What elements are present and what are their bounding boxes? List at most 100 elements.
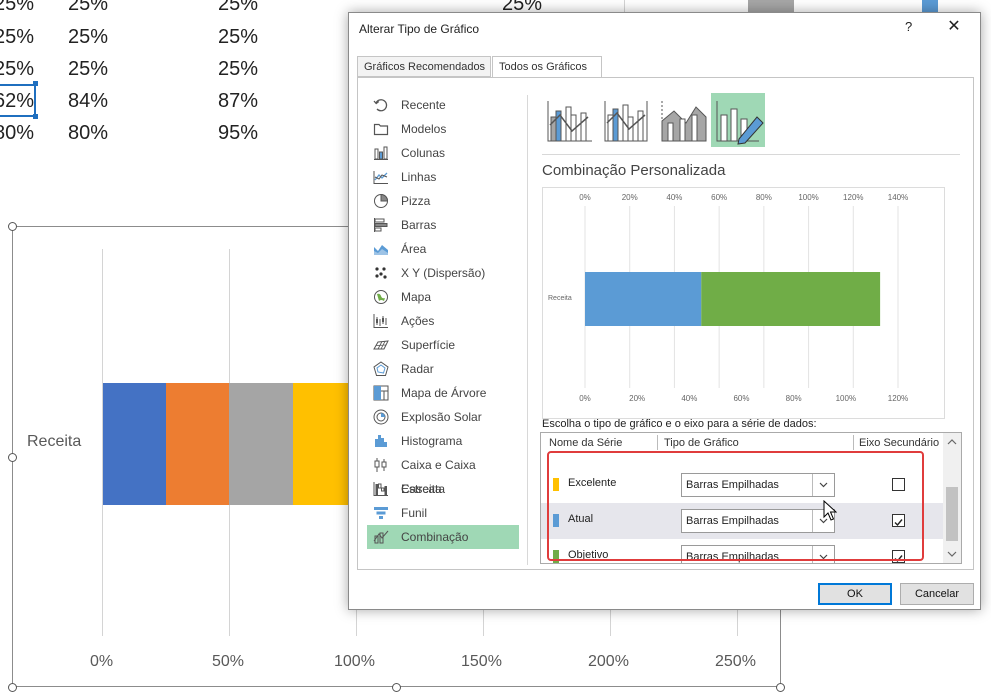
divider <box>542 154 960 155</box>
scatter-chart-icon <box>375 267 387 279</box>
chart-type-label: Pizza <box>401 194 431 208</box>
chart-type-surface[interactable]: Superfície <box>367 333 519 357</box>
cell[interactable]: 95% <box>218 122 258 145</box>
column-chart-icon <box>374 146 388 160</box>
cell[interactable]: 25% <box>218 0 258 16</box>
bar-segment <box>166 383 229 505</box>
chart-type-recent[interactable]: Recente <box>367 93 519 117</box>
combo-subtype-clustered-line-secondary[interactable] <box>599 93 653 147</box>
combo-subtype-clustered-line[interactable] <box>542 93 596 147</box>
chart-type-label: Superfície <box>401 338 456 352</box>
bottom-tick-label: 60% <box>733 394 749 403</box>
combo-area-column-icon <box>661 101 707 142</box>
chart-type-bars[interactable]: Barras <box>367 213 519 237</box>
column-divider <box>853 435 854 450</box>
chart-resize-handle[interactable] <box>8 453 17 462</box>
scrollbar-thumb[interactable] <box>946 487 958 541</box>
bar-chart-icon <box>374 218 388 232</box>
line-chart-icon <box>373 171 388 184</box>
combo-subtype-custom[interactable] <box>711 93 765 147</box>
cell[interactable]: 80% <box>0 122 34 145</box>
chart-type-waterfall[interactable]: Cascata <box>367 477 519 501</box>
chart-type-label: Modelos <box>401 122 447 136</box>
tab-recommended[interactable]: Gráficos Recomendados <box>357 56 491 77</box>
top-tick-label: 140% <box>888 193 908 202</box>
bottom-tick-label: 80% <box>786 394 802 403</box>
chart-type-box-whisker[interactable]: Caixa e Caixa Estreita <box>367 453 519 496</box>
cell[interactable]: 25% <box>0 26 34 49</box>
cell[interactable]: 25% <box>218 58 258 81</box>
cell[interactable]: 25% <box>0 58 34 81</box>
chart-type-columns[interactable]: Colunas <box>367 141 519 165</box>
chart-type-scatter[interactable]: X Y (Dispersão) <box>367 261 519 285</box>
series-scrollbar[interactable] <box>943 433 961 563</box>
top-tick-label: 120% <box>843 193 863 202</box>
chart-type-label: X Y (Dispersão) <box>401 266 486 280</box>
column-divider <box>657 435 658 450</box>
chart-type-pie[interactable]: Pizza <box>367 189 519 213</box>
chart-type-lines[interactable]: Linhas <box>367 165 519 189</box>
chart-resize-handle[interactable] <box>776 683 785 692</box>
area-chart-icon <box>374 245 388 255</box>
chart-type-histogram[interactable]: Histograma <box>367 429 519 453</box>
top-tick-label: 80% <box>756 193 772 202</box>
bottom-tick-label: 40% <box>681 394 697 403</box>
chart-type-label: Colunas <box>401 146 446 160</box>
chart-type-label: Mapa de Árvore <box>401 386 487 400</box>
cell-bar <box>922 0 938 12</box>
tick-label: 100% <box>334 653 375 670</box>
funnel-chart-icon <box>374 507 388 519</box>
fill-handle[interactable] <box>33 81 38 86</box>
top-tick-label: 100% <box>798 193 818 202</box>
tab-all-charts[interactable]: Todos os Gráficos <box>492 56 602 78</box>
bottom-tick-label: 120% <box>888 394 908 403</box>
cell[interactable]: 25% <box>218 26 258 49</box>
bottom-tick-label: 20% <box>629 394 645 403</box>
cell[interactable]: 62% <box>0 90 34 113</box>
bar-segment <box>103 383 166 505</box>
bar-segment <box>293 383 353 505</box>
chart-type-stock[interactable]: Ações <box>367 309 519 333</box>
cell[interactable]: 84% <box>68 90 108 113</box>
chart-type-label: Ações <box>401 314 435 328</box>
cell[interactable]: 80% <box>68 122 108 145</box>
combo-custom-pencil-icon <box>716 101 764 145</box>
chart-type-sunburst[interactable]: Explosão Solar <box>367 405 519 429</box>
help-button[interactable]: ? <box>905 19 912 34</box>
chart-type-label: Recente <box>401 98 446 112</box>
chart-type-label: Combinação <box>401 530 469 544</box>
chevron-up-icon[interactable] <box>943 435 961 449</box>
chart-type-templates[interactable]: Modelos <box>367 117 519 141</box>
column-header-secondary: Eixo Secundário <box>859 437 940 449</box>
cell[interactable]: 25% <box>68 26 108 49</box>
ok-button[interactable]: OK <box>818 583 892 605</box>
top-tick-label: 20% <box>622 193 638 202</box>
surface-chart-icon <box>373 340 389 350</box>
chevron-down-icon[interactable] <box>943 547 961 561</box>
cancel-button[interactable]: Cancelar <box>900 583 974 605</box>
chart-type-radar[interactable]: Radar <box>367 357 519 381</box>
cell[interactable]: 25% <box>68 0 108 16</box>
chart-resize-handle[interactable] <box>8 683 17 692</box>
fill-handle[interactable] <box>33 114 38 119</box>
chart-type-combo[interactable]: Combinação <box>367 525 519 549</box>
cell[interactable]: 25% <box>0 0 34 16</box>
close-icon[interactable]: ✕ <box>943 16 965 38</box>
column-header-type: Tipo de Gráfico <box>664 437 739 449</box>
cell[interactable]: 87% <box>218 90 258 113</box>
highlight-box <box>547 451 924 561</box>
combo-subtype-stacked-area[interactable] <box>656 93 710 147</box>
chart-resize-handle[interactable] <box>392 683 401 692</box>
pie-chart-icon <box>374 193 389 208</box>
recent-icon <box>373 99 388 112</box>
chart-type-treemap[interactable]: Mapa de Árvore <box>367 381 519 405</box>
chart-resize-handle[interactable] <box>8 222 17 231</box>
chart-type-funnel[interactable]: Funil <box>367 501 519 525</box>
combo-chart-icon <box>373 530 389 544</box>
combo-secondary-axis-icon <box>604 101 648 142</box>
chart-type-map[interactable]: Mapa <box>367 285 519 309</box>
combo-title: Combinação Personalizada <box>542 162 726 179</box>
combo-clustered-line-icon <box>547 101 592 142</box>
cell[interactable]: 25% <box>68 58 108 81</box>
chart-type-area[interactable]: Área <box>367 237 519 261</box>
